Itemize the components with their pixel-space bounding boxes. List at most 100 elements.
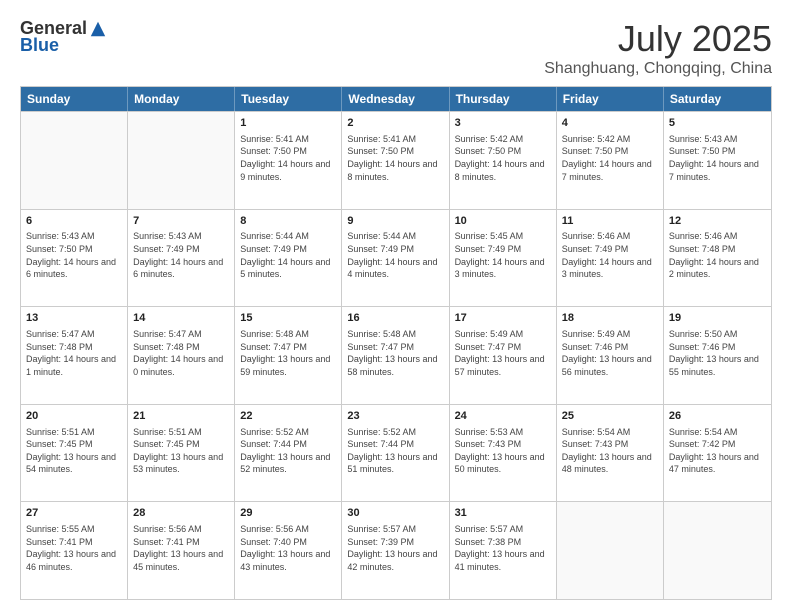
day-number: 15: [240, 311, 336, 326]
calendar-cell: 18 Sunrise: 5:49 AMSunset: 7:46 PMDayligh…: [557, 307, 664, 404]
day-info: Sunrise: 5:56 AMSunset: 7:40 PMDaylight:…: [240, 523, 336, 573]
day-info: Sunrise: 5:44 AMSunset: 7:49 PMDaylight:…: [240, 230, 336, 280]
day-number: 23: [347, 409, 443, 424]
day-number: 22: [240, 409, 336, 424]
calendar-cell: 27 Sunrise: 5:55 AMSunset: 7:41 PMDayligh…: [21, 502, 128, 599]
day-number: 2: [347, 116, 443, 131]
day-number: 13: [26, 311, 122, 326]
calendar-cell: 16Sunrise: 5:48 AMSunset: 7:47 PMDayligh…: [342, 307, 449, 404]
day-number: 8: [240, 214, 336, 229]
day-info: Sunrise: 5:54 AMSunset: 7:42 PMDaylight:…: [669, 426, 766, 476]
day-info: Sunrise: 5:43 AMSunset: 7:50 PMDaylight:…: [669, 133, 766, 183]
day-number: 30: [347, 506, 443, 521]
day-info: Sunrise: 5:41 AMSunset: 7:50 PMDaylight:…: [240, 133, 336, 183]
weekday-header: Wednesday: [342, 87, 449, 111]
day-info: Sunrise: 5:42 AMSunset: 7:50 PMDaylight:…: [455, 133, 551, 183]
calendar: SundayMondayTuesdayWednesdayThursdayFrid…: [20, 86, 772, 600]
day-info: Sunrise: 5:46 AMSunset: 7:48 PMDaylight:…: [669, 230, 766, 280]
day-info: Sunrise: 5:49 AMSunset: 7:46 PMDaylight:…: [562, 328, 658, 378]
day-number: 27: [26, 506, 122, 521]
calendar-cell: 24Sunrise: 5:53 AMSunset: 7:43 PMDayligh…: [450, 405, 557, 502]
day-number: 29: [240, 506, 336, 521]
day-number: 6: [26, 214, 122, 229]
page: General Blue July 2025 Shanghuang, Chong…: [0, 0, 792, 612]
day-number: 7: [133, 214, 229, 229]
location-title: Shanghuang, Chongqing, China: [544, 60, 772, 78]
month-title: July 2025: [544, 18, 772, 60]
day-info: Sunrise: 5:50 AMSunset: 7:46 PMDaylight:…: [669, 328, 766, 378]
day-number: 31: [455, 506, 551, 521]
day-number: 17: [455, 311, 551, 326]
day-info: Sunrise: 5:55 AMSunset: 7:41 PMDaylight:…: [26, 523, 122, 573]
calendar-cell: 23 Sunrise: 5:52 AMSunset: 7:44 PMDayligh…: [342, 405, 449, 502]
logo-blue-text: Blue: [20, 35, 59, 56]
day-number: 25: [562, 409, 658, 424]
calendar-cell: 29 Sunrise: 5:56 AMSunset: 7:40 PMDayligh…: [235, 502, 342, 599]
day-info: Sunrise: 5:53 AMSunset: 7:43 PMDaylight:…: [455, 426, 551, 476]
day-number: 26: [669, 409, 766, 424]
calendar-row: 6Sunrise: 5:43 AMSunset: 7:50 PMDaylight…: [21, 209, 771, 307]
calendar-cell: 30 Sunrise: 5:57 AMSunset: 7:39 PMDayligh…: [342, 502, 449, 599]
day-number: 14: [133, 311, 229, 326]
weekday-header: Sunday: [21, 87, 128, 111]
calendar-cell: 17Sunrise: 5:49 AMSunset: 7:47 PMDayligh…: [450, 307, 557, 404]
weekday-header: Thursday: [450, 87, 557, 111]
day-number: 9: [347, 214, 443, 229]
calendar-cell: 22 Sunrise: 5:52 AMSunset: 7:44 PMDayligh…: [235, 405, 342, 502]
calendar-row: 13 Sunrise: 5:47 AMSunset: 7:48 PMDayligh…: [21, 306, 771, 404]
calendar-body: 1 Sunrise: 5:41 AMSunset: 7:50 PMDaylight…: [21, 111, 771, 599]
day-info: Sunrise: 5:45 AMSunset: 7:49 PMDaylight:…: [455, 230, 551, 280]
calendar-cell: 11Sunrise: 5:46 AMSunset: 7:49 PMDayligh…: [557, 210, 664, 307]
calendar-cell: 21 Sunrise: 5:51 AMSunset: 7:45 PMDayligh…: [128, 405, 235, 502]
logo-icon: [89, 20, 107, 38]
calendar-cell: 20 Sunrise: 5:51 AMSunset: 7:45 PMDayligh…: [21, 405, 128, 502]
calendar-cell: [21, 112, 128, 209]
calendar-cell: 3 Sunrise: 5:42 AMSunset: 7:50 PMDaylight…: [450, 112, 557, 209]
calendar-row: 27 Sunrise: 5:55 AMSunset: 7:41 PMDayligh…: [21, 501, 771, 599]
day-number: 16: [347, 311, 443, 326]
calendar-cell: 25 Sunrise: 5:54 AMSunset: 7:43 PMDayligh…: [557, 405, 664, 502]
day-number: 1: [240, 116, 336, 131]
calendar-cell: 12Sunrise: 5:46 AMSunset: 7:48 PMDayligh…: [664, 210, 771, 307]
day-info: Sunrise: 5:51 AMSunset: 7:45 PMDaylight:…: [26, 426, 122, 476]
calendar-cell: 9Sunrise: 5:44 AMSunset: 7:49 PMDaylight…: [342, 210, 449, 307]
day-info: Sunrise: 5:47 AMSunset: 7:48 PMDaylight:…: [133, 328, 229, 378]
day-info: Sunrise: 5:57 AMSunset: 7:39 PMDaylight:…: [347, 523, 443, 573]
calendar-cell: [557, 502, 664, 599]
day-number: 19: [669, 311, 766, 326]
day-info: Sunrise: 5:56 AMSunset: 7:41 PMDaylight:…: [133, 523, 229, 573]
day-number: 28: [133, 506, 229, 521]
calendar-cell: 10Sunrise: 5:45 AMSunset: 7:49 PMDayligh…: [450, 210, 557, 307]
day-number: 5: [669, 116, 766, 131]
calendar-cell: 4Sunrise: 5:42 AMSunset: 7:50 PMDaylight…: [557, 112, 664, 209]
day-info: Sunrise: 5:54 AMSunset: 7:43 PMDaylight:…: [562, 426, 658, 476]
day-number: 21: [133, 409, 229, 424]
calendar-cell: 13 Sunrise: 5:47 AMSunset: 7:48 PMDayligh…: [21, 307, 128, 404]
day-info: Sunrise: 5:42 AMSunset: 7:50 PMDaylight:…: [562, 133, 658, 183]
day-info: Sunrise: 5:43 AMSunset: 7:49 PMDaylight:…: [133, 230, 229, 280]
calendar-header: SundayMondayTuesdayWednesdayThursdayFrid…: [21, 87, 771, 111]
day-number: 20: [26, 409, 122, 424]
day-info: Sunrise: 5:51 AMSunset: 7:45 PMDaylight:…: [133, 426, 229, 476]
day-info: Sunrise: 5:52 AMSunset: 7:44 PMDaylight:…: [347, 426, 443, 476]
day-info: Sunrise: 5:41 AMSunset: 7:50 PMDaylight:…: [347, 133, 443, 183]
day-number: 3: [455, 116, 551, 131]
calendar-cell: 19 Sunrise: 5:50 AMSunset: 7:46 PMDayligh…: [664, 307, 771, 404]
day-number: 12: [669, 214, 766, 229]
calendar-cell: 8Sunrise: 5:44 AMSunset: 7:49 PMDaylight…: [235, 210, 342, 307]
day-number: 18: [562, 311, 658, 326]
weekday-header: Saturday: [664, 87, 771, 111]
calendar-cell: 1 Sunrise: 5:41 AMSunset: 7:50 PMDaylight…: [235, 112, 342, 209]
day-info: Sunrise: 5:47 AMSunset: 7:48 PMDaylight:…: [26, 328, 122, 378]
logo: General Blue: [20, 18, 107, 56]
day-number: 10: [455, 214, 551, 229]
calendar-cell: 14 Sunrise: 5:47 AMSunset: 7:48 PMDayligh…: [128, 307, 235, 404]
day-info: Sunrise: 5:46 AMSunset: 7:49 PMDaylight:…: [562, 230, 658, 280]
day-info: Sunrise: 5:52 AMSunset: 7:44 PMDaylight:…: [240, 426, 336, 476]
calendar-row: 20 Sunrise: 5:51 AMSunset: 7:45 PMDayligh…: [21, 404, 771, 502]
day-info: Sunrise: 5:43 AMSunset: 7:50 PMDaylight:…: [26, 230, 122, 280]
calendar-cell: 28 Sunrise: 5:56 AMSunset: 7:41 PMDayligh…: [128, 502, 235, 599]
weekday-header: Friday: [557, 87, 664, 111]
calendar-cell: [128, 112, 235, 209]
day-info: Sunrise: 5:44 AMSunset: 7:49 PMDaylight:…: [347, 230, 443, 280]
